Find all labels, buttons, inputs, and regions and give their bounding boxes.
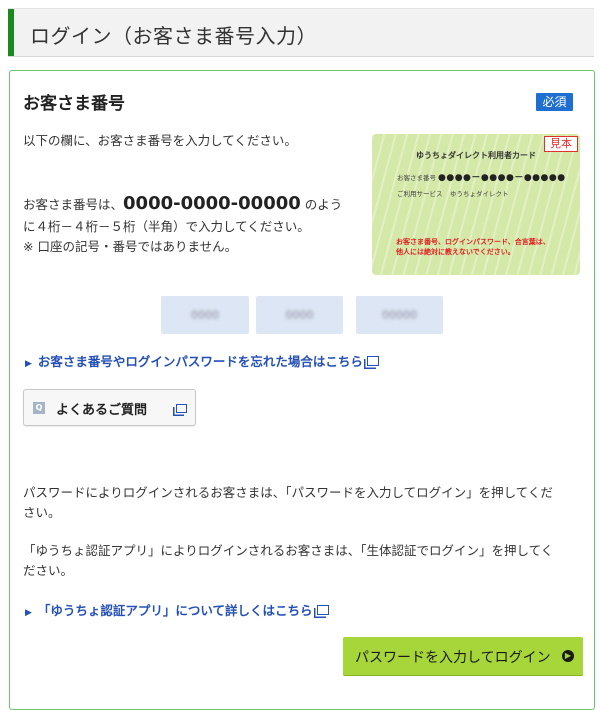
required-badge: 必須 [536, 93, 573, 111]
app-instruction-line-2: ださい。 [23, 563, 74, 578]
format-description: お客さま番号は、0000-0000-00000 のよう [23, 194, 363, 215]
customer-number-inputs: 0000 0000 00000 [10, 296, 594, 334]
format-example: 0000-0000-00000 [123, 193, 301, 214]
customer-number-field-1[interactable]: 0000 [161, 296, 249, 334]
password-instruction-line-1: パスワードによりログインされるお客さまは、「パスワードを入力してログイン」を押し… [23, 485, 553, 500]
login-button-label: パスワードを入力してログイン [355, 650, 551, 666]
external-window-icon [176, 404, 187, 413]
field-2-placeholder: 0000 [285, 308, 314, 322]
format-line-2: に４桁－４桁－５桁（半角）で入力してください。 [23, 219, 310, 234]
page-title: ログイン（お客さま番号入力） [30, 24, 317, 48]
header-accent-bar [8, 9, 14, 56]
faq-button-label: よくあるご質問 [56, 403, 148, 418]
external-window-icon [316, 605, 329, 615]
card-title: ゆうちょダイレクト利用者カード [416, 151, 536, 160]
faq-button[interactable]: Q よくあるご質問 [23, 389, 196, 426]
format-prefix: お客さま番号は、 [23, 197, 124, 212]
card-service-label: ご利用サービス [397, 190, 443, 198]
external-window-icon [366, 356, 379, 366]
field-1-placeholder: 0000 [191, 308, 219, 322]
forgot-link-label: お客さま番号やログインパスワードを忘れた場合はこちら [37, 354, 363, 369]
app-instruction-line-1: 「ゆうちょ認証アプリ」によりログインされるお客さまは、「生体認証でログイン」を押… [23, 543, 554, 558]
forgot-credentials-link[interactable]: ▶ お客さま番号やログインパスワードを忘れた場合はこちら [25, 351, 379, 370]
card-service-value: ゆうちょダイレクト [450, 190, 509, 198]
card-warning: お客さま番号、ログインパスワード、合言葉は、 他人には絶対に教えないでください。 [396, 237, 576, 257]
customer-number-field-3[interactable]: 00000 [356, 296, 443, 334]
triangle-icon: ▶ [25, 359, 32, 369]
password-instruction-line-2: さい。 [23, 505, 61, 520]
password-login-button[interactable]: パスワードを入力してログイン ▶ [343, 637, 583, 675]
note-text: ※ 口座の記号・番号ではありません。 [23, 239, 238, 254]
field-3-placeholder: 00000 [382, 308, 417, 322]
auth-app-info-link[interactable]: ▶ 「ゆうちょ認証アプリ」について詳しくはこちら [25, 600, 329, 619]
page-header: ログイン（お客さま番号入力） [8, 8, 594, 57]
customer-number-field-2[interactable]: 0000 [256, 296, 343, 334]
card-number-label: お客さま番号 [397, 174, 436, 182]
question-icon: Q [33, 402, 45, 414]
card-warning-line-2: 他人には絶対に教えないでください。 [396, 248, 515, 256]
card-warning-line-1: お客さま番号、ログインパスワード、合言葉は、 [396, 238, 550, 246]
app-info-link-label: 「ゆうちょ認証アプリ」について詳しくはこちら [37, 603, 313, 618]
customer-number-panel: お客さま番号 必須 以下の欄に、お客さま番号を入力してください。 お客さま番号は… [9, 70, 595, 710]
arrow-right-icon: ▶ [562, 650, 574, 662]
sample-card-image: 見本 ゆうちょダイレクト利用者カード お客さま番号 ●●●●－●●●●－●●●●… [372, 134, 580, 275]
triangle-icon: ▶ [25, 608, 32, 618]
format-suffix: のよう [300, 197, 343, 212]
section-title: お客さま番号 [23, 94, 125, 114]
instruction-text: 以下の欄に、お客さま番号を入力してください。 [23, 133, 297, 148]
card-number-value: ●●●●－●●●●－●●●●● [438, 173, 566, 183]
